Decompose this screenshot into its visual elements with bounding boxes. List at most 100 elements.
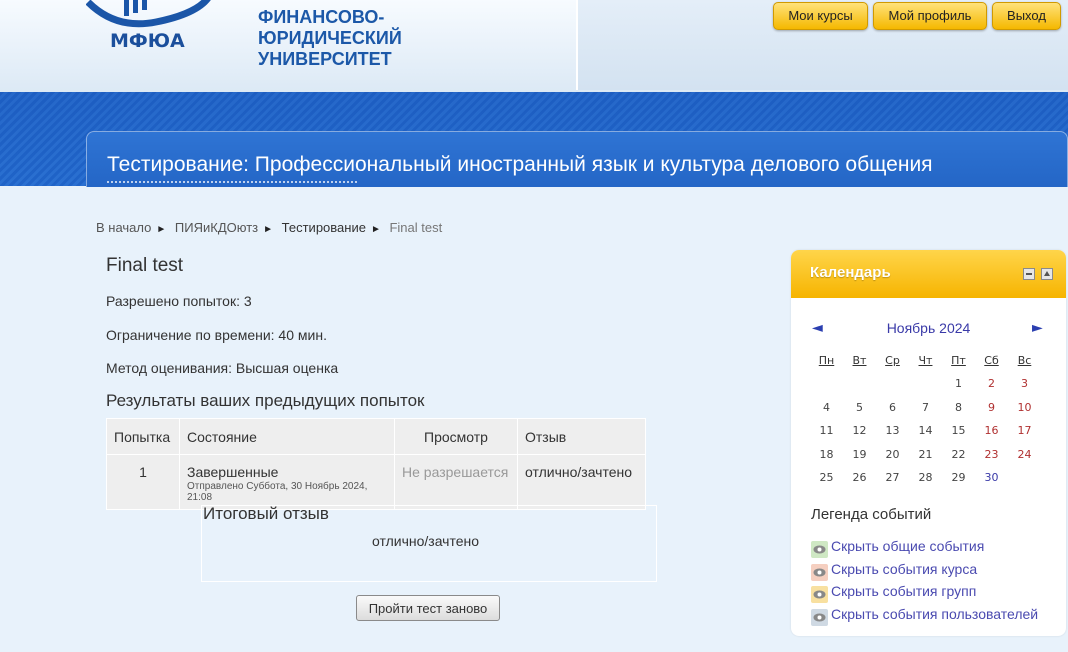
university-name-line: ЮРИДИЧЕСКИЙ	[258, 28, 402, 49]
legend-item-group[interactable]: Скрыть события групп	[811, 583, 976, 603]
logo-text: МФЮА	[110, 30, 185, 52]
weekday-label: Пн	[818, 353, 835, 367]
calendar-week: 18 19 20 21 22 23 24	[810, 443, 1041, 467]
time-limit: Ограничение по времени: 40 мин.	[106, 327, 327, 343]
calendar-day: 9	[988, 400, 995, 414]
breadcrumb-quiz-link[interactable]: Тестирование	[282, 220, 366, 235]
breadcrumb-home-link[interactable]: В начало	[96, 220, 151, 235]
calendar-week: 1 2 3	[810, 372, 1041, 396]
legend-label[interactable]: Скрыть события групп	[831, 583, 976, 599]
calendar-day: 27	[885, 471, 900, 485]
weekday-label: Чт	[918, 353, 933, 367]
column-header-state: Состояние	[179, 418, 395, 455]
calendar-month[interactable]: Ноябрь 2024	[791, 320, 1066, 336]
quiz-title: Final test	[106, 255, 184, 276]
weekday-row: Пн Вт Ср Чт Пт Сб Вс	[810, 348, 1041, 372]
page-title-box: Тестирование: Профессиональный иностранн…	[86, 131, 1068, 187]
final-feedback-text: отлично/зачтено	[372, 533, 480, 549]
breadcrumb-current: Final test	[389, 220, 443, 235]
calendar-day	[843, 372, 876, 396]
legend-label[interactable]: Скрыть общие события	[831, 538, 984, 554]
calendar-day: 2	[988, 377, 995, 391]
calendar-day: 22	[951, 447, 966, 461]
calendar-day: 23	[984, 447, 999, 461]
calendar-day: 13	[885, 424, 900, 438]
weekday-label: Сб	[984, 353, 999, 367]
attempt-review: Не разрешается	[394, 454, 518, 510]
legend-title: Легенда событий	[811, 506, 932, 523]
calendar-title: Календарь	[810, 264, 891, 281]
breadcrumb-separator-icon: ►	[156, 224, 167, 235]
table-header-row: Попытка Состояние Просмотр Отзыв	[106, 418, 646, 455]
logout-button[interactable]: Выход	[992, 2, 1061, 30]
attempts-allowed: Разрешено попыток: 3	[106, 293, 252, 309]
calendar-day: 5	[856, 400, 863, 414]
calendar-week: 11 12 13 14 15 16 17	[810, 419, 1041, 443]
calendar-day: 20	[885, 447, 900, 461]
legend-label[interactable]: Скрыть события курса	[831, 561, 977, 577]
calendar-header: Календарь	[791, 250, 1066, 298]
legend-label[interactable]: Скрыть события пользователей	[831, 606, 1038, 622]
breadcrumb-course-link[interactable]: ПИЯиКДОютз	[175, 220, 258, 235]
column-header-review: Просмотр	[394, 418, 518, 455]
legend-item-user[interactable]: Скрыть события пользователей	[811, 606, 1038, 626]
calendar-day: 10	[1017, 400, 1032, 414]
attempt-state-cell: Завершенные Отправлено Суббота, 30 Ноябр…	[179, 454, 395, 510]
calendar-day	[810, 372, 843, 396]
dock-icon[interactable]	[1041, 268, 1053, 280]
grading-method: Метод оценивания: Высшая оценка	[106, 360, 339, 376]
my-courses-button[interactable]: Мои курсы	[773, 2, 868, 30]
calendar-day: 3	[1021, 377, 1028, 391]
page-title: Тестирование: Профессиональный иностранн…	[107, 153, 933, 176]
calendar-day	[909, 372, 942, 396]
calendar-day: 8	[955, 400, 962, 414]
column-header-attempt: Попытка	[106, 418, 180, 455]
calendar-day-today[interactable]: 30	[975, 466, 1008, 490]
next-month-icon[interactable]: ►	[1032, 320, 1043, 336]
my-profile-button[interactable]: Мой профиль	[873, 2, 987, 30]
calendar-day: 11	[819, 424, 834, 438]
eye-icon	[811, 541, 828, 558]
calendar-day: 6	[889, 400, 896, 414]
breadcrumb-separator-icon: ►	[263, 224, 274, 235]
header-divider	[576, 0, 578, 90]
attempt-number: 1	[106, 454, 180, 510]
calendar-day	[876, 372, 909, 396]
legend-item-global[interactable]: Скрыть общие события	[811, 538, 984, 558]
attempt-state: Завершенные	[187, 464, 279, 480]
calendar-day: 14	[918, 424, 933, 438]
university-name-line: УНИВЕРСИТЕТ	[258, 49, 392, 70]
breadcrumb-separator-icon: ►	[370, 224, 381, 235]
eye-icon	[811, 586, 828, 603]
calendar-day: 7	[922, 400, 929, 414]
university-name-line: ФИНАНСОВО-	[258, 7, 385, 27]
final-feedback-heading: Итоговый отзыв	[203, 504, 329, 523]
eye-icon	[811, 609, 828, 626]
breadcrumb: В начало ► ПИЯиКДОютз ► Тестирование ► Fina…	[96, 220, 447, 235]
calendar-block: Календарь ◄ Ноябрь 2024 ► Пн Вт Ср Чт Пт…	[791, 250, 1066, 636]
page-title-overflow	[107, 181, 357, 187]
results-heading: Результаты ваших предыдущих попыток	[106, 391, 425, 410]
weekday-label: Вс	[1017, 353, 1032, 367]
calendar-day: 12	[852, 424, 867, 438]
weekday-label: Ср	[885, 353, 900, 367]
calendar-day: 16	[984, 424, 999, 438]
retry-quiz-button[interactable]: Пройти тест заново	[356, 595, 500, 621]
calendar-grid: Пн Вт Ср Чт Пт Сб Вс 1 2 3 4 5 6 7 8 9 1…	[810, 348, 1041, 490]
calendar-day: 29	[951, 471, 966, 485]
calendar-day: 1	[955, 377, 962, 391]
university-name: ФИНАНСОВО- ЮРИДИЧЕСКИЙ УНИВЕРСИТЕТ	[258, 7, 402, 70]
attempt-submitted-date: Отправлено Суббота, 30 Ноябрь 2024, 21:0…	[187, 481, 368, 503]
calendar-day	[1008, 466, 1041, 490]
calendar-day: 25	[819, 471, 834, 485]
calendar-day: 19	[852, 447, 867, 461]
collapse-icon[interactable]	[1023, 268, 1035, 280]
calendar-day: 21	[918, 447, 933, 461]
legend-item-course[interactable]: Скрыть события курса	[811, 561, 977, 581]
calendar-day: 15	[951, 424, 966, 438]
weekday-label: Пт	[951, 353, 966, 367]
calendar-day: 24	[1017, 447, 1032, 461]
calendar-day: 28	[918, 471, 933, 485]
weekday-label: Вт	[852, 353, 867, 367]
calendar-week: 25 26 27 28 29 30	[810, 466, 1041, 490]
